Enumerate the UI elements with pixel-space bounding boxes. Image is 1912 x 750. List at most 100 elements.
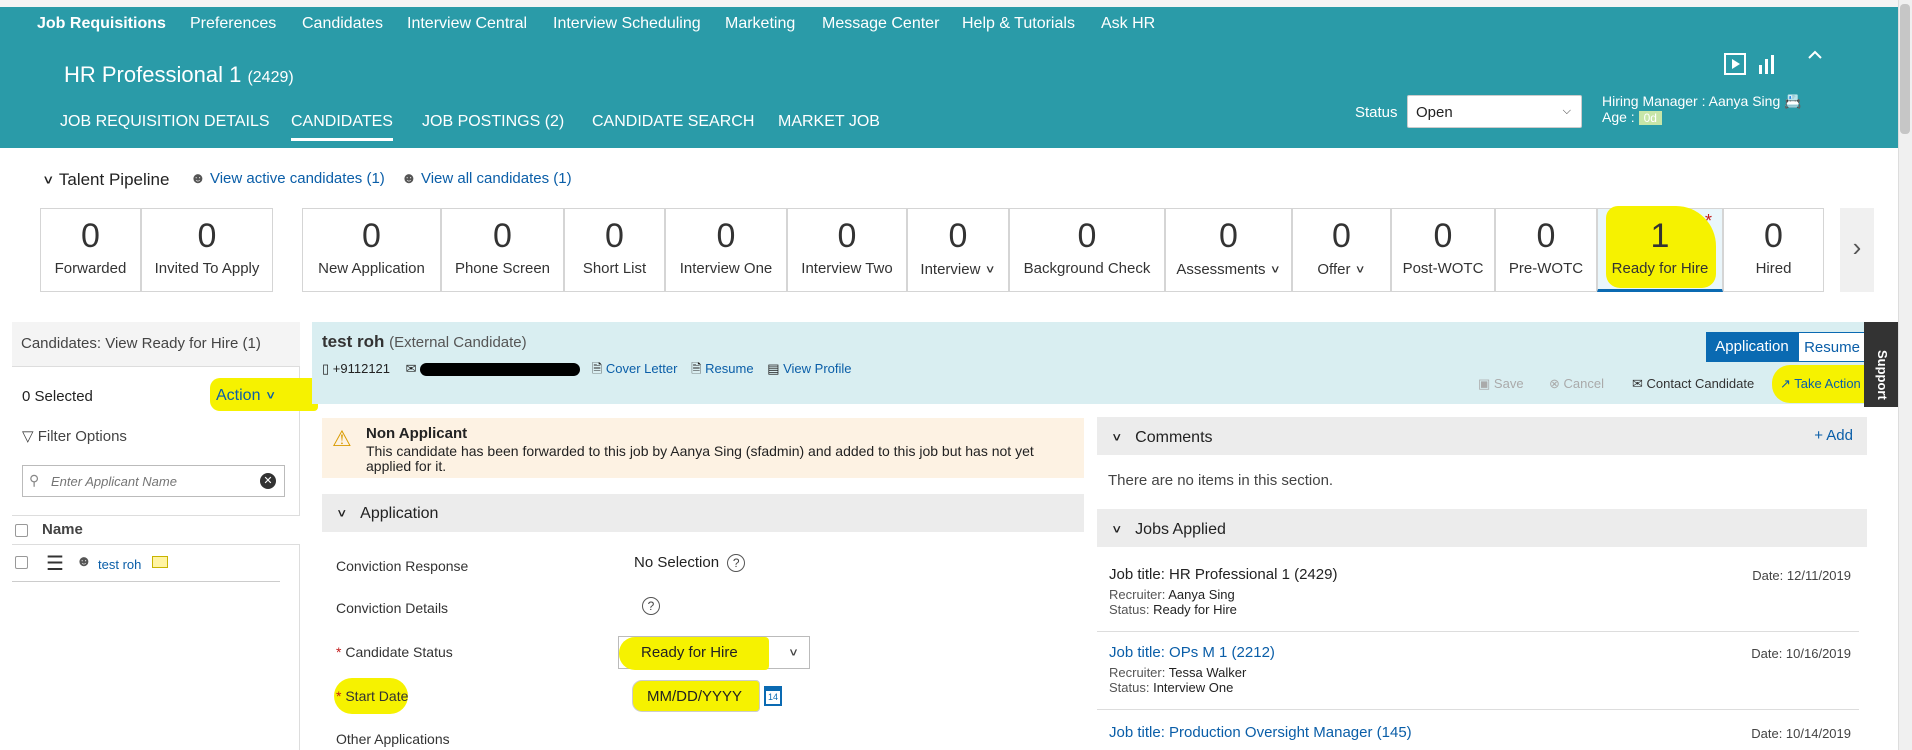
stage-phone-screen[interactable]: 0 Phone Screen (441, 208, 564, 292)
stage-interview-two[interactable]: 0 Interview Two (787, 208, 907, 292)
view-all-candidates-link[interactable]: ☻ View all candidates (1) (401, 170, 572, 187)
action-label: Action (216, 387, 261, 404)
jobs-applied-section-header[interactable]: ∨ Jobs Applied (1097, 509, 1867, 547)
take-action-button[interactable]: ↗ Take Action (1780, 376, 1861, 392)
play-icon[interactable] (1724, 53, 1746, 81)
chevron-down-icon: ∨ (336, 507, 348, 520)
status-select[interactable]: Open ⌵ (1407, 95, 1582, 128)
stage-new-application[interactable]: 0 New Application (302, 208, 441, 292)
nav-interview-scheduling[interactable]: Interview Scheduling (553, 15, 701, 33)
cancel-button[interactable]: ⊗ Cancel (1549, 376, 1604, 392)
collapse-up-icon[interactable] (1806, 46, 1824, 70)
candidate-title: test roh (External Candidate) (322, 332, 527, 352)
resume-link[interactable]: Resume (705, 361, 753, 376)
view-all-label: View all candidates (1) (420, 170, 572, 187)
application-section-header[interactable]: ∨ Application (322, 494, 1084, 532)
stage-post-wotc[interactable]: 0 Post-WOTC (1391, 208, 1495, 292)
stage-forwarded[interactable]: 0 Forwarded (40, 208, 141, 292)
stage-count: 0 (81, 217, 100, 255)
contact-card-icon[interactable]: 📇 (1784, 93, 1801, 109)
comments-section-header[interactable]: ∨ Comments + Add (1097, 417, 1867, 455)
help-icon[interactable]: ? (727, 554, 746, 573)
applicant-search-box[interactable]: ⚲ ✕ (22, 465, 285, 497)
cancel-icon: ⊗ (1549, 376, 1560, 391)
candidate-checkbox[interactable] (15, 556, 28, 569)
contact-card-icon[interactable] (152, 556, 168, 568)
stage-label: Hired (1755, 260, 1792, 277)
tab-job-requisition-details[interactable]: JOB REQUISITION DETAILS (60, 113, 270, 131)
support-tab[interactable]: Support (1864, 322, 1898, 407)
view-profile-link[interactable]: View Profile (783, 361, 851, 376)
pipeline-next-arrow-icon[interactable]: › (1840, 208, 1874, 292)
help-icon[interactable]: ? (642, 597, 660, 615)
stage-interview[interactable]: 0 Interview ∨ (907, 208, 1009, 292)
divider (1097, 631, 1859, 632)
nav-job-requisitions[interactable]: Job Requisitions (37, 15, 166, 33)
job-title-link[interactable]: Job title: Production Oversight Manager … (1109, 724, 1861, 741)
comments-empty: There are no items in this section. (1108, 472, 1334, 489)
calendar-icon[interactable]: 14 (764, 686, 782, 706)
view-active-candidates-link[interactable]: ☻ View active candidates (1) (190, 170, 385, 187)
action-dropdown-button[interactable]: Action ∨ (210, 378, 318, 411)
tab-resume[interactable]: Resume (1798, 332, 1866, 362)
stage-background-check[interactable]: 0 Background Check (1009, 208, 1165, 292)
conviction-details-label: Conviction Details (336, 600, 449, 616)
filter-label: Filter Options (37, 428, 127, 445)
stage-hired[interactable]: 0 Hired (1723, 208, 1824, 292)
candidate-status-select[interactable]: Ready for Hire ∨ (618, 636, 810, 670)
tab-candidate-search[interactable]: CANDIDATE SEARCH (592, 113, 754, 131)
stage-count: 0 (948, 217, 968, 255)
nav-interview-central[interactable]: Interview Central (407, 15, 527, 33)
requisition-name: HR Professional 1 (64, 62, 242, 87)
drag-handle-icon[interactable]: ☰ (46, 551, 64, 576)
nav-help-tutorials[interactable]: Help & Tutorials (962, 15, 1075, 33)
add-comment-link[interactable]: + Add (1814, 427, 1853, 444)
applicant-search-input[interactable] (49, 471, 249, 491)
scrollbar-thumb[interactable] (1900, 4, 1910, 134)
tab-candidates[interactable]: CANDIDATES (291, 113, 393, 141)
job-title-link[interactable]: Job title: OPs M 1 (2212) (1109, 644, 1861, 661)
conviction-response-value: No Selection ? (634, 554, 746, 573)
talent-pipeline-toggle[interactable]: ∨ Talent Pipeline (42, 170, 169, 190)
stage-label: New Application (318, 260, 425, 277)
save-button[interactable]: ▣ Save (1478, 376, 1524, 392)
nav-message-center[interactable]: Message Center (822, 15, 939, 33)
nav-candidates[interactable]: Candidates (302, 15, 383, 33)
stage-pre-wotc[interactable]: 0 Pre-WOTC (1495, 208, 1597, 292)
recruiter-label: Recruiter: (1109, 587, 1166, 602)
stage-interview-one[interactable]: 0 Interview One (665, 208, 787, 292)
job-title: Job title: HR Professional 1 (2429) (1109, 566, 1338, 583)
filter-options-toggle[interactable]: ▽ Filter Options (22, 427, 127, 445)
stage-label: Background Check (1023, 260, 1151, 277)
candidate-name-link[interactable]: test roh (98, 557, 141, 572)
redacted-email (420, 363, 581, 377)
chart-icon[interactable] (1757, 53, 1777, 81)
select-all-checkbox[interactable] (15, 524, 28, 537)
clear-search-icon[interactable]: ✕ (260, 473, 276, 489)
requisition-id: (2429) (247, 69, 294, 86)
external-link-icon: ↗ (1780, 376, 1791, 391)
nav-ask-hr[interactable]: Ask HR (1101, 15, 1155, 33)
cover-letter-link[interactable]: Cover Letter (606, 361, 678, 376)
chevron-down-icon: ∨ (42, 173, 55, 187)
tab-job-postings[interactable]: JOB POSTINGS (2) (422, 113, 564, 131)
candidate-status-label-text: Candidate Status (345, 644, 453, 660)
start-date-input[interactable]: MM/DD/YYYY (632, 680, 760, 712)
stage-assessments[interactable]: 0 Assessments ∨ (1165, 208, 1292, 292)
candidate-name: test roh (322, 332, 385, 351)
stage-label: Short List (582, 260, 647, 277)
view-active-label: View active candidates (1) (209, 170, 385, 187)
candidate-row[interactable]: ☰ ☻ test roh (12, 550, 280, 582)
save-label: Save (1493, 376, 1524, 391)
contact-candidate-button[interactable]: ✉ Contact Candidate (1632, 376, 1754, 392)
nav-marketing[interactable]: Marketing (725, 15, 795, 33)
stage-offer[interactable]: 0 Offer ∨ (1292, 208, 1391, 292)
nav-preferences[interactable]: Preferences (190, 15, 276, 33)
stage-ready-for-hire[interactable]: 1 Ready for Hire * (1597, 206, 1723, 292)
tab-application[interactable]: Application (1706, 332, 1798, 362)
tab-market-job[interactable]: MARKET JOB (778, 113, 880, 131)
stage-short-list[interactable]: 0 Short List (564, 208, 665, 292)
name-column-header: Name (12, 515, 300, 545)
stage-invited-to-apply[interactable]: 0 Invited To Apply (141, 208, 273, 292)
hiring-manager-name[interactable]: Aanya Sing (1709, 93, 1781, 109)
